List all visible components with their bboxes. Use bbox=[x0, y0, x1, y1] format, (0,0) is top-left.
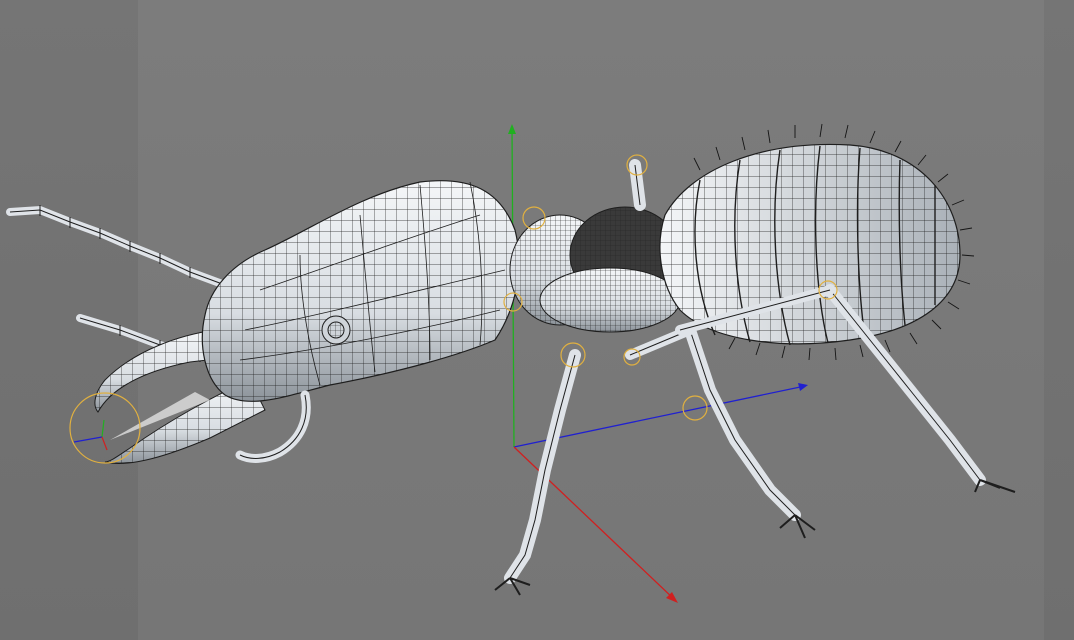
leg-middle[interactable] bbox=[625, 324, 816, 539]
abdomen[interactable] bbox=[659, 143, 961, 346]
head[interactable] bbox=[201, 180, 520, 402]
antenna-upper[interactable] bbox=[6, 205, 229, 289]
eye bbox=[321, 315, 351, 345]
3d-viewport[interactable] bbox=[0, 0, 1074, 640]
model-render[interactable] bbox=[0, 0, 1074, 640]
leg-rear[interactable] bbox=[675, 284, 1016, 493]
leg-upper-stub[interactable] bbox=[629, 159, 646, 211]
leg-front[interactable] bbox=[494, 349, 581, 596]
thorax[interactable] bbox=[509, 206, 681, 333]
local-axis-icon bbox=[73, 419, 108, 451]
